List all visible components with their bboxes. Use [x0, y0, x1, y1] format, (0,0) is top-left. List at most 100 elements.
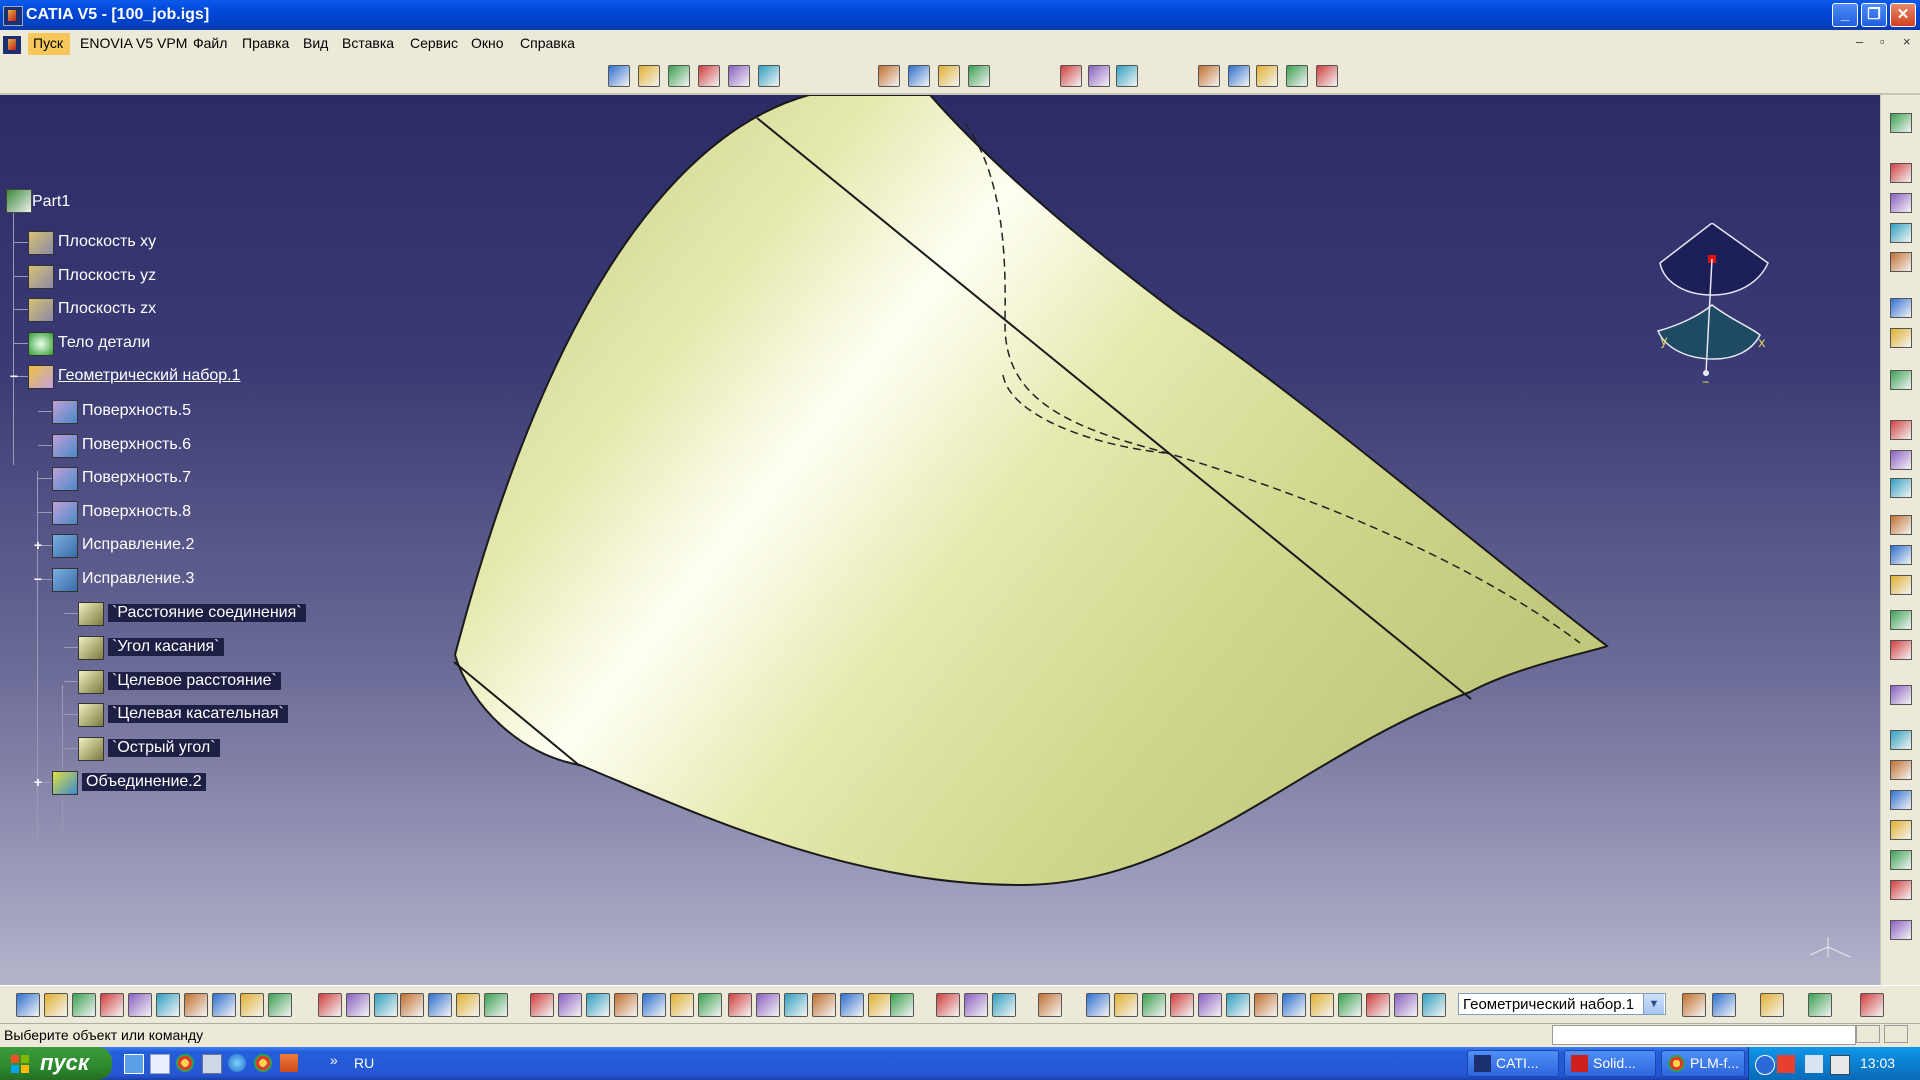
menu-window[interactable]: Окно — [471, 35, 504, 51]
compass-widget[interactable]: y x z — [1650, 223, 1770, 383]
part-icon[interactable] — [6, 189, 32, 213]
quicklaunch-chrome-icon[interactable] — [176, 1054, 194, 1072]
bottom-tool-icon-10[interactable] — [268, 993, 292, 1017]
tree-node-label[interactable]: `Угол касания` — [108, 638, 224, 656]
top-tool-icon-1[interactable] — [608, 65, 630, 87]
bottom-tool-icon-15[interactable] — [428, 993, 452, 1017]
menu-help[interactable]: Справка — [520, 35, 575, 51]
tree-node-label[interactable]: Геометрический набор.1 — [58, 367, 241, 385]
right-tool-icon-12[interactable] — [1890, 515, 1912, 535]
right-tool-icon-20[interactable] — [1890, 790, 1912, 810]
tree-node-label[interactable]: `Расстояние соединения` — [108, 604, 306, 622]
task-catia[interactable]: CATI... — [1467, 1050, 1559, 1077]
collapse-icon[interactable]: − — [8, 369, 20, 383]
tree-root-label[interactable]: Part1 — [32, 193, 70, 211]
quicklaunch-chrome2-icon[interactable] — [254, 1054, 272, 1072]
mdi-minimize-button[interactable]: – — [1856, 34, 1863, 49]
plane-icon[interactable] — [28, 298, 54, 322]
task-solidworks[interactable]: Solid... — [1564, 1050, 1656, 1077]
right-tool-icon-8[interactable] — [1890, 370, 1912, 390]
menu-insert[interactable]: Вставка — [342, 35, 394, 51]
current-geometric-set-select[interactable]: Геометрический набор.1 — [1458, 993, 1666, 1015]
right-tool-icon-22[interactable] — [1890, 850, 1912, 870]
tree-node-label[interactable]: Поверхность.7 — [82, 469, 191, 487]
bottom-tool-icon-33[interactable] — [964, 993, 988, 1017]
menu-enovia[interactable]: ENOVIA V5 VPM — [80, 35, 187, 51]
top-tool-icon-9[interactable] — [938, 65, 960, 87]
top-tool-icon-4[interactable] — [698, 65, 720, 87]
top-tool-icon-13[interactable] — [1116, 65, 1138, 87]
menu-start[interactable]: Пуск — [33, 35, 63, 51]
right-tool-icon-10[interactable] — [1890, 450, 1912, 470]
bottom-tool-icon-26[interactable] — [756, 993, 780, 1017]
right-tool-icon-6[interactable] — [1890, 298, 1912, 318]
surface-icon[interactable] — [52, 434, 78, 458]
status-button-2[interactable] — [1884, 1025, 1908, 1043]
top-tool-icon-10[interactable] — [968, 65, 990, 87]
bottom-tool-icon-3[interactable] — [72, 993, 96, 1017]
bottom-tool-icon-24[interactable] — [698, 993, 722, 1017]
surface-icon[interactable] — [52, 400, 78, 424]
parameter-icon[interactable] — [78, 602, 104, 626]
bottom-tool-icon-40[interactable] — [1198, 993, 1222, 1017]
top-tool-icon-8[interactable] — [908, 65, 930, 87]
right-tool-icon-16[interactable] — [1890, 640, 1912, 660]
right-tool-icon-7[interactable] — [1890, 328, 1912, 348]
bottom-tool-icon-41[interactable] — [1226, 993, 1250, 1017]
right-tool-icon-18[interactable] — [1890, 730, 1912, 750]
parameter-icon[interactable] — [78, 737, 104, 761]
bottom-tool-icon-39[interactable] — [1170, 993, 1194, 1017]
maximize-button[interactable]: ❐ — [1861, 3, 1887, 27]
right-tool-icon-4[interactable] — [1890, 223, 1912, 243]
bottom-tool-icon-19[interactable] — [558, 993, 582, 1017]
right-tool-icon-9[interactable] — [1890, 420, 1912, 440]
tree-node-label[interactable]: `Целевая касательная` — [108, 705, 288, 723]
right-tool-icon-17[interactable] — [1890, 685, 1912, 705]
bottom-tool-icon-9[interactable] — [240, 993, 264, 1017]
menu-tools[interactable]: Сервис — [410, 35, 458, 51]
plane-icon[interactable] — [28, 265, 54, 289]
top-tool-icon-18[interactable] — [1316, 65, 1338, 87]
geometric-set-icon[interactable] — [28, 365, 54, 389]
close-button[interactable]: ✕ — [1890, 3, 1916, 27]
top-tool-icon-5[interactable] — [728, 65, 750, 87]
tree-node-label[interactable]: Тело детали — [58, 334, 150, 352]
bottom-tool-icon-11[interactable] — [318, 993, 342, 1017]
mdi-close-button[interactable]: × — [1903, 34, 1911, 49]
bottom-tool-icon-28[interactable] — [812, 993, 836, 1017]
parameter-icon[interactable] — [78, 703, 104, 727]
minimize-button[interactable]: _ — [1832, 3, 1858, 27]
top-tool-icon-16[interactable] — [1256, 65, 1278, 87]
bottom-tool-icon-12[interactable] — [346, 993, 370, 1017]
bottom-tool-icon-21[interactable] — [614, 993, 638, 1017]
top-tool-icon-2[interactable] — [638, 65, 660, 87]
bottom-tool-icon-2[interactable] — [44, 993, 68, 1017]
bottom-tool-icon-18[interactable] — [530, 993, 554, 1017]
bottom-tool-icon-8[interactable] — [212, 993, 236, 1017]
quicklaunch-calc-icon[interactable] — [202, 1054, 222, 1074]
top-tool-icon-7[interactable] — [878, 65, 900, 87]
bottom-tool-icon-23[interactable] — [670, 993, 694, 1017]
right-tool-icon-23[interactable] — [1890, 880, 1912, 900]
top-tool-icon-11[interactable] — [1060, 65, 1082, 87]
gear-icon[interactable] — [28, 332, 54, 356]
top-tool-icon-15[interactable] — [1228, 65, 1250, 87]
fix-icon[interactable] — [52, 568, 78, 592]
task-plm[interactable]: PLM-f... — [1661, 1050, 1745, 1077]
bottom-tool-icon-16[interactable] — [456, 993, 480, 1017]
top-tool-icon-12[interactable] — [1088, 65, 1110, 87]
quicklaunch-desktop-icon[interactable] — [124, 1054, 144, 1074]
tray-back-icon[interactable] — [1755, 1055, 1775, 1075]
bottom-tool-icon-44[interactable] — [1310, 993, 1334, 1017]
quicklaunch-more-icon[interactable]: » — [330, 1052, 338, 1068]
join-icon[interactable] — [52, 771, 78, 795]
tray-volume-icon[interactable] — [1830, 1055, 1850, 1075]
bottom-tool-icon-49[interactable] — [1682, 993, 1706, 1017]
bottom-tool-icon-51[interactable] — [1760, 993, 1784, 1017]
tree-node-label[interactable]: Исправление.3 — [82, 570, 194, 588]
right-tool-icon-24[interactable] — [1890, 920, 1912, 940]
collapse-icon[interactable]: − — [32, 572, 44, 586]
mdi-restore-button[interactable]: ▫ — [1880, 34, 1885, 49]
3d-viewport[interactable]: Part1 Плоскость xy Плоскость yz Плоскость z… — [0, 95, 1880, 985]
tray-network-icon[interactable] — [1805, 1055, 1823, 1073]
